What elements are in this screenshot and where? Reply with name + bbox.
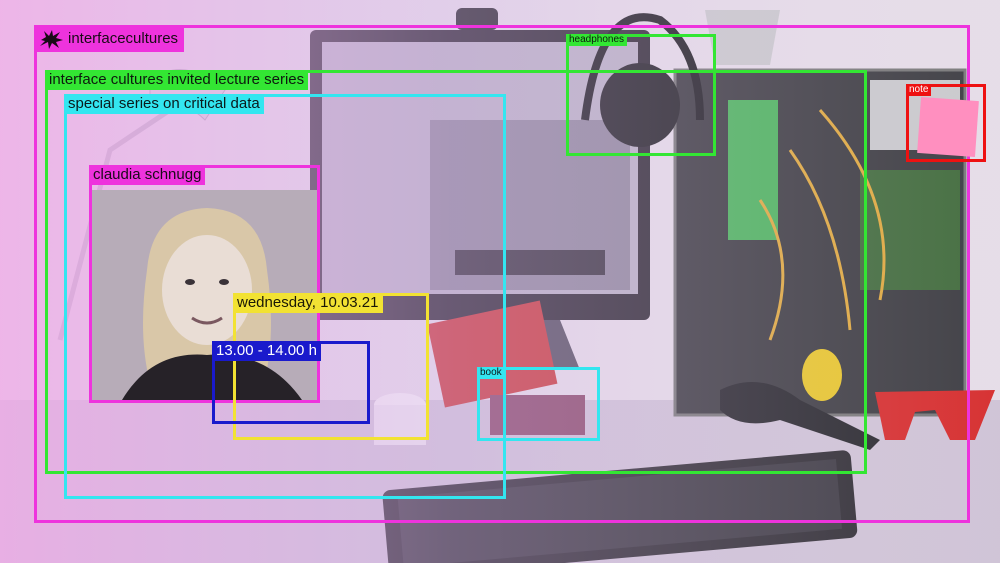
note-label: note bbox=[906, 84, 932, 96]
time-label: 13.00 - 14.00 h bbox=[212, 341, 321, 361]
series-label: interface cultures invited lecture serie… bbox=[45, 70, 309, 90]
subseries-label: special series on critical data bbox=[64, 94, 264, 114]
splat-logo-icon bbox=[40, 29, 63, 49]
brand-name: interfacecultures bbox=[68, 30, 179, 47]
speaker-name: claudia schnugg bbox=[89, 165, 206, 185]
time-box: 13.00 - 14.00 h bbox=[212, 341, 370, 424]
book-label: book bbox=[477, 367, 505, 379]
book-box: book bbox=[477, 367, 600, 441]
headphones-box: headphones bbox=[566, 34, 716, 156]
date-label: wednesday, 10.03.21 bbox=[233, 293, 383, 313]
brand-label[interactable]: interfacecultures bbox=[34, 25, 185, 52]
note-box: note bbox=[906, 84, 986, 162]
lecture-poster: interfacecultures interface cultures inv… bbox=[0, 0, 1000, 563]
sticky-note bbox=[917, 97, 979, 157]
headphones-label: headphones bbox=[566, 34, 628, 46]
